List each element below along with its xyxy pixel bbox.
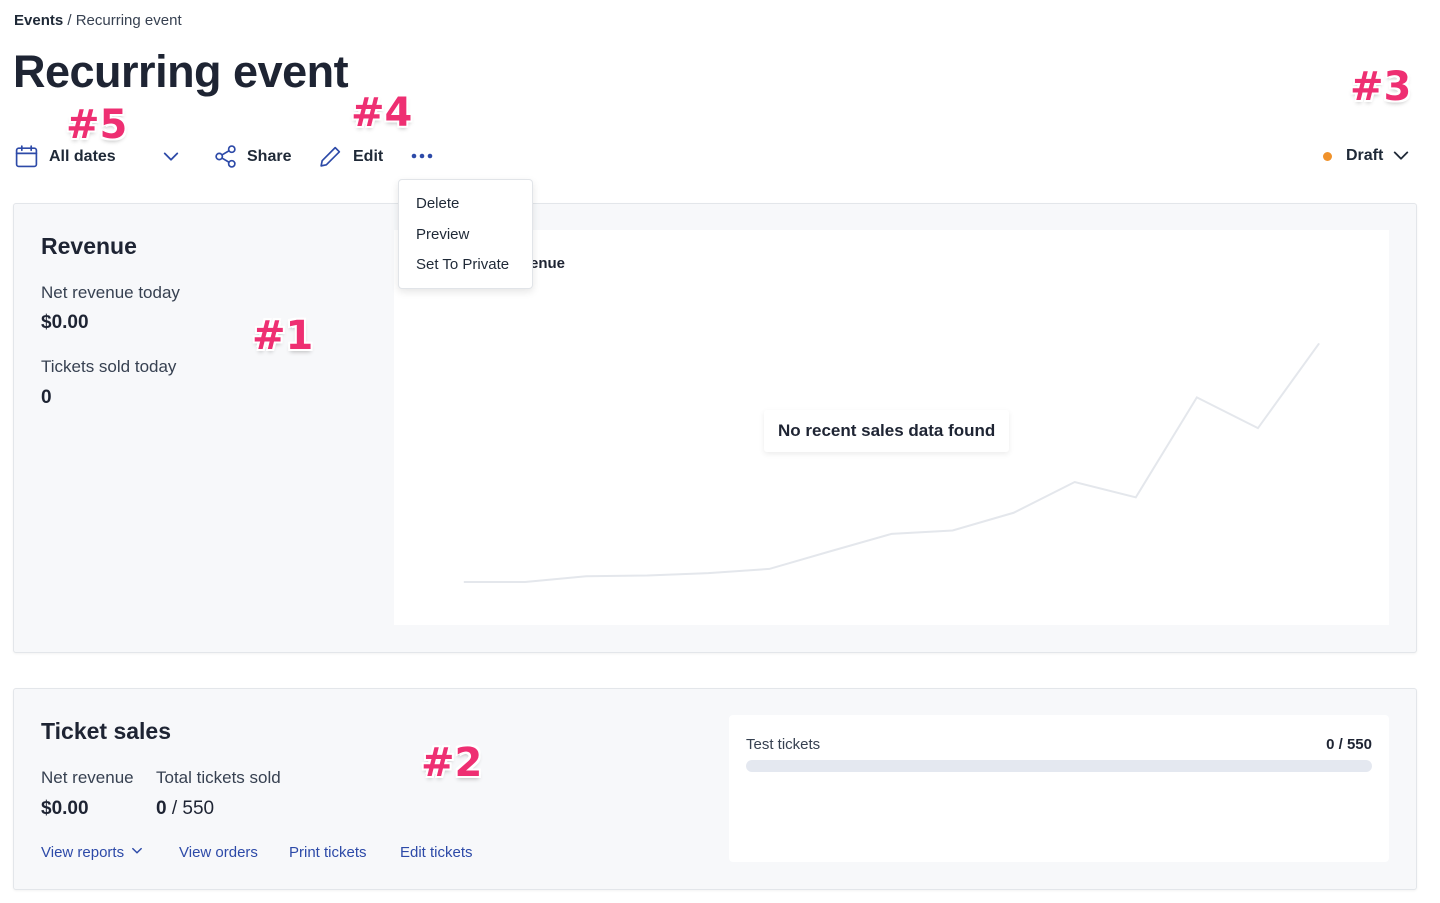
chart-point	[1318, 343, 1320, 345]
more-actions-button[interactable]	[410, 146, 436, 166]
page-title: Recurring event	[13, 46, 349, 97]
pencil-icon	[318, 144, 343, 169]
annotation-marker-5: #5	[66, 102, 128, 148]
chart-point	[1135, 496, 1137, 498]
total-sold-capacity: / 550	[166, 798, 215, 819]
chart-point	[891, 533, 892, 535]
total-sold-count: 0	[156, 798, 167, 819]
net-revenue-today-value: $0.00	[41, 312, 89, 333]
share-icon	[213, 144, 238, 169]
chart-point	[1257, 427, 1259, 429]
chart-point	[585, 575, 587, 577]
ticket-sales-title: Ticket sales	[41, 718, 172, 744]
chart-series-line	[464, 342, 1320, 583]
view-orders-link[interactable]: View orders	[179, 844, 258, 861]
breadcrumb-events-link[interactable]: Events	[14, 12, 63, 29]
status-dropdown[interactable]: Draft	[1323, 147, 1410, 165]
share-label: Share	[247, 147, 292, 165]
chart-point	[768, 568, 770, 570]
menu-item-preview[interactable]: Preview	[399, 225, 532, 256]
chart-point	[524, 581, 526, 583]
chevron-down-icon	[131, 844, 143, 861]
print-tickets-link[interactable]: Print tickets	[289, 844, 367, 861]
revenue-title: Revenue	[41, 233, 137, 259]
net-revenue-value: $0.00	[41, 798, 89, 819]
chevron-down-icon[interactable]	[162, 148, 180, 166]
chevron-down-icon	[1392, 147, 1410, 165]
view-reports-label: View reports	[41, 844, 125, 861]
total-tickets-sold-label: Total tickets sold	[156, 768, 281, 787]
chart-point	[829, 550, 831, 552]
ticket-type-name: Test tickets	[746, 736, 821, 753]
edit-tickets-link[interactable]: Edit tickets	[400, 844, 473, 861]
status-label: Draft	[1346, 147, 1384, 164]
no-data-message: No recent sales data found	[764, 410, 1010, 452]
annotation-marker-3: #3	[1350, 64, 1412, 110]
tickets-sold-today-label: Tickets sold today	[41, 357, 177, 376]
chart-point	[952, 529, 954, 531]
ellipsis-icon	[410, 146, 434, 166]
net-revenue-label: Net revenue	[41, 768, 134, 787]
date-selector-label: All dates	[49, 147, 116, 165]
view-reports-link[interactable]: View reports	[41, 844, 143, 861]
total-tickets-sold-value: 0 / 550	[156, 798, 214, 820]
share-button[interactable]: Share	[213, 144, 291, 169]
annotation-marker-4: #4	[351, 90, 413, 136]
chart-point	[1074, 481, 1076, 483]
menu-item-set-to-private[interactable]: Set To Private	[399, 255, 532, 286]
chart-point	[1196, 396, 1198, 398]
chart-point	[463, 581, 465, 583]
chart-point	[707, 572, 709, 574]
calendar-icon	[14, 144, 39, 169]
ticket-type-sold: 0 / 550	[1326, 736, 1372, 753]
annotation-marker-2: #2	[421, 740, 483, 786]
breadcrumb-current: Recurring event	[75, 12, 182, 29]
net-revenue-today-label: Net revenue today	[41, 283, 180, 302]
more-actions-menu: Delete Preview Set To Private	[398, 179, 533, 289]
menu-item-delete[interactable]: Delete	[399, 194, 532, 225]
breadcrumb-separator: /	[63, 12, 76, 29]
breadcrumb: Events / Recurring event	[14, 12, 182, 29]
status-dot	[1323, 151, 1332, 161]
ticket-types-panel: Test tickets 0 / 550	[729, 715, 1389, 862]
chart-point	[646, 574, 648, 576]
annotation-marker-1: #1	[252, 313, 314, 359]
ticket-progress-bar	[746, 760, 1372, 772]
tickets-sold-today-value: 0	[41, 387, 52, 408]
edit-label: Edit	[353, 147, 384, 165]
chart-point	[1013, 512, 1015, 514]
edit-button[interactable]: Edit	[318, 144, 383, 169]
